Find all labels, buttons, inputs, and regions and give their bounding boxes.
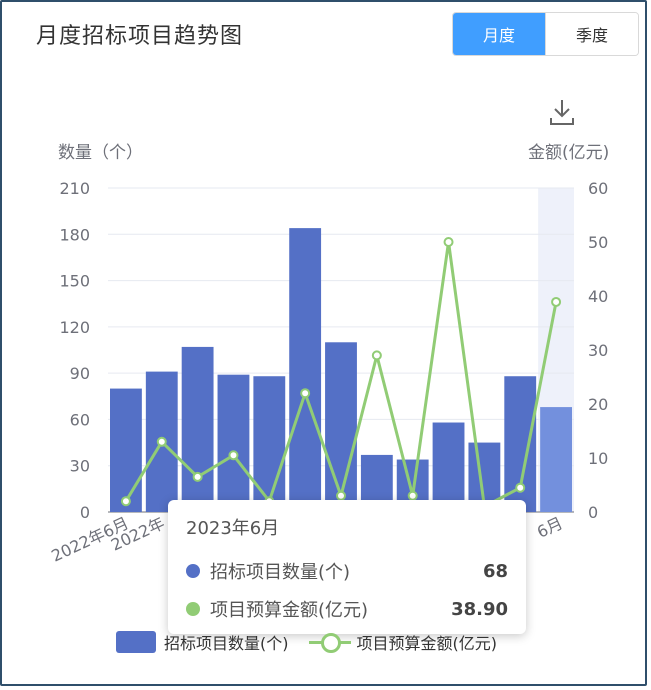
bar <box>325 342 357 512</box>
line-point <box>515 482 526 493</box>
line-point <box>407 490 418 501</box>
tooltip-label: 招标项目数量(个) <box>210 562 351 583</box>
tooltip-title: 2023年6月 <box>186 518 280 539</box>
y-tick-left: 180 <box>59 225 90 244</box>
line-point <box>371 350 382 361</box>
tooltip-bar-dot-icon <box>186 564 200 578</box>
tooltip-label: 项目预算金额(亿元) <box>210 600 369 621</box>
bar <box>540 407 572 512</box>
legend-bar-icon[interactable] <box>116 631 156 653</box>
bar <box>289 228 322 512</box>
y-tick-left: 120 <box>59 318 90 337</box>
y-tick-right: 10 <box>588 449 608 468</box>
bar <box>110 388 142 512</box>
tooltip-value: 68 <box>482 560 508 582</box>
line-point <box>120 496 131 507</box>
chart-card: 月度招标项目趋势图 月度 季度 0 30 60 90 120 150 180 210 0 10 20… <box>0 0 647 686</box>
line-point <box>300 388 311 399</box>
tooltip-value: 38.90 <box>451 598 508 620</box>
line-point <box>228 450 239 461</box>
bar <box>217 374 250 512</box>
tooltip-line-dot-icon <box>186 602 200 616</box>
tooltip: 2023年6月 招标项目数量(个) 68 项目预算金额(亿元) 38.90 <box>168 500 526 634</box>
bar <box>432 422 465 512</box>
y-axis-title-left: 数量（个） <box>58 143 143 163</box>
legend-label-count[interactable]: 招标项目数量(个) <box>164 630 289 654</box>
y-tick-right: 30 <box>588 341 608 360</box>
tooltip-row-count: 招标项目数量(个) 68 <box>186 552 508 590</box>
line-point <box>443 237 454 247</box>
legend-label-amount[interactable]: 项目预算金额(亿元) <box>357 630 498 654</box>
line-point <box>192 471 203 482</box>
y-tick-right: 40 <box>588 287 608 306</box>
y-tick-left: 60 <box>70 410 90 429</box>
y-tick-right: 0 <box>588 503 598 522</box>
y-axis-title-right: 金额(亿元) <box>528 143 609 163</box>
bar <box>181 346 214 512</box>
legend: 招标项目数量(个) 项目预算金额(亿元) <box>116 630 497 654</box>
line-point <box>336 490 346 501</box>
y-tick-left: 0 <box>80 503 90 522</box>
legend-line-icon[interactable] <box>308 631 351 653</box>
bar <box>253 376 286 512</box>
tooltip-row-amount: 项目预算金额(亿元) 38.90 <box>186 590 508 628</box>
line-point <box>551 296 562 307</box>
y-tick-right: 20 <box>588 395 608 414</box>
y-tick-left: 150 <box>59 272 90 291</box>
y-tick-left: 30 <box>70 457 90 476</box>
y-tick-right: 50 <box>588 233 608 252</box>
x-tick-label: 6月 <box>534 513 566 541</box>
line-point <box>156 436 167 447</box>
y-tick-left: 90 <box>70 364 90 383</box>
y-tick-right: 60 <box>588 179 608 198</box>
y-tick-left: 210 <box>59 179 90 198</box>
